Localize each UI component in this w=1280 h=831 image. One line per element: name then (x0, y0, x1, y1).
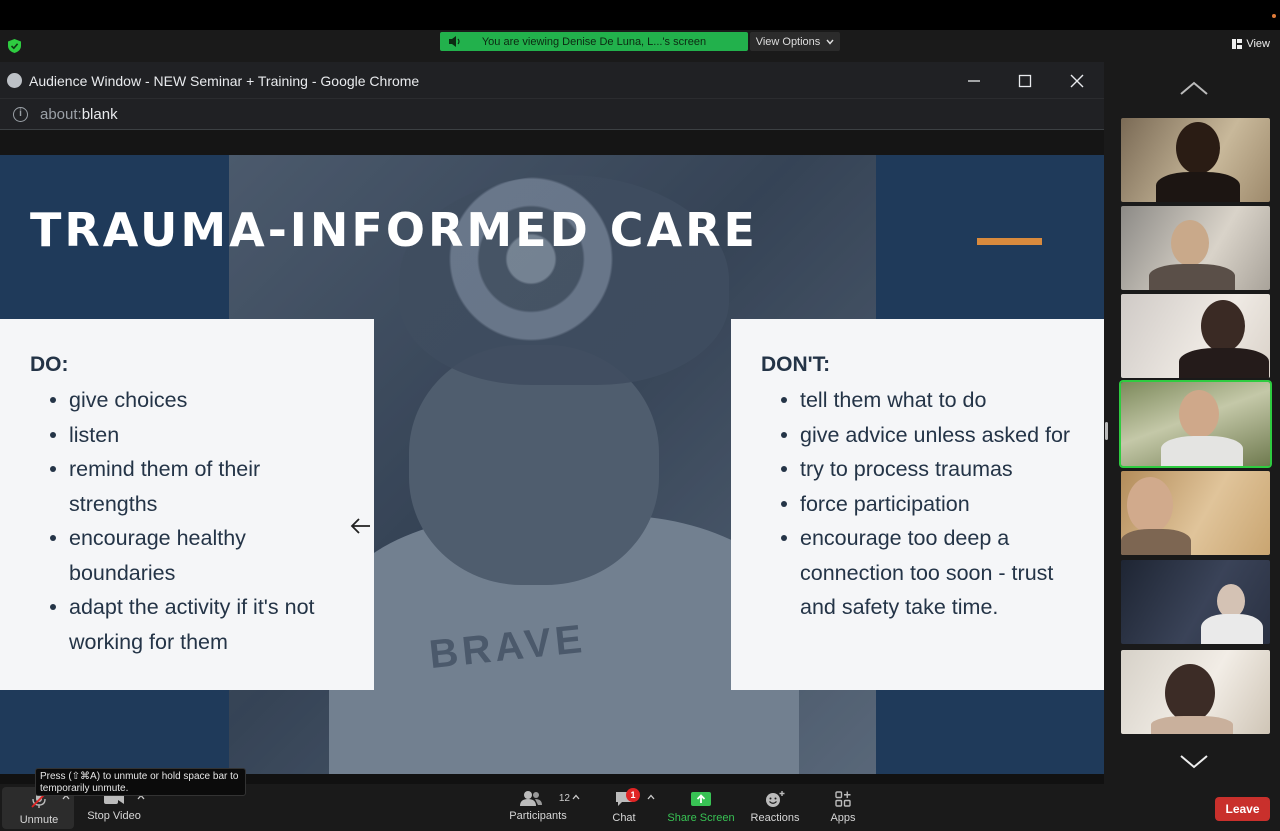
chevron-down-icon (826, 39, 834, 45)
share-screen-button[interactable]: Share Screen (666, 790, 736, 824)
view-options-button[interactable]: View Options (750, 32, 840, 51)
globe-icon (7, 73, 22, 88)
maximize-icon[interactable] (1014, 70, 1036, 92)
unmute-tooltip: Press (⇧⌘A) to unmute or hold space bar … (35, 768, 246, 796)
url-path: blank (81, 106, 118, 123)
reactions-label: Reactions (750, 812, 800, 824)
presentation-slide: BRAVE TRAUMA-INFORMED CARE DO: give choi… (0, 155, 1104, 774)
url-scheme: about: (40, 106, 82, 123)
participants-icon (519, 791, 542, 806)
chat-unread-badge: 1 (626, 788, 640, 802)
participant-body (1179, 348, 1269, 378)
video-tile[interactable] (1121, 560, 1270, 644)
participants-button[interactable]: 12 Participants (506, 790, 570, 822)
participant-head (1127, 477, 1173, 533)
dont-card: DON'T: tell them what to do give advice … (731, 319, 1104, 690)
speaker-icon (449, 36, 460, 47)
view-button[interactable]: View (1232, 38, 1270, 50)
unmute-label: Unmute (19, 814, 59, 826)
do-item: remind them of their strengths (50, 452, 350, 521)
do-list: give choices listen remind them of their… (50, 383, 350, 659)
chevron-down-icon[interactable] (1179, 754, 1209, 770)
shared-screen: Audience Window - NEW Seminar + Training… (0, 62, 1104, 774)
do-item: adapt the activity if it's not working f… (50, 590, 350, 659)
participants-icon-row: 12 (506, 790, 570, 806)
info-icon[interactable]: i (13, 107, 28, 122)
smiley-plus-icon (766, 791, 785, 807)
participant-body (1161, 436, 1243, 466)
dont-list: tell them what to do give advice unless … (781, 383, 1091, 625)
do-item: encourage healthy boundaries (50, 521, 350, 590)
shield-icon[interactable] (8, 39, 21, 53)
url-text: about:blank (40, 106, 118, 123)
do-card: DO: give choices listen remind them of t… (0, 319, 374, 690)
zoom-header: You are viewing Denise De Luna, L...'s s… (0, 30, 1280, 62)
video-tile[interactable] (1121, 650, 1270, 734)
arrow-left-icon[interactable] (350, 517, 372, 535)
participant-gallery (1104, 62, 1280, 784)
close-icon[interactable] (1066, 70, 1088, 92)
participant-body (1201, 614, 1263, 644)
resize-handle[interactable] (1105, 422, 1108, 440)
participant-head (1217, 584, 1245, 618)
dont-item: give advice unless asked for (781, 418, 1091, 453)
participants-count: 12 (558, 792, 570, 804)
participant-body (1156, 172, 1240, 202)
notification-dot (1272, 14, 1276, 18)
participants-label: Participants (509, 810, 567, 822)
share-screen-icon (691, 792, 711, 806)
screen-share-banner: You are viewing Denise De Luna, L...'s s… (440, 32, 748, 51)
page-top-margin (0, 130, 1104, 155)
chevron-up-icon[interactable] (1179, 80, 1209, 96)
chrome-address-bar[interactable]: i about:blank (0, 99, 1104, 130)
participant-head (1179, 390, 1219, 438)
do-item: give choices (50, 383, 350, 418)
share-screen-label: Share Screen (667, 812, 735, 824)
dont-item: tell them what to do (781, 383, 1091, 418)
video-tile[interactable] (1121, 118, 1270, 202)
participant-body (1149, 264, 1235, 290)
chat-label: Chat (612, 812, 636, 824)
video-tile[interactable] (1121, 206, 1270, 290)
participant-head (1165, 664, 1215, 722)
view-options-label: View Options (755, 35, 821, 48)
participant-body (1121, 529, 1191, 555)
participant-head (1171, 220, 1209, 266)
chevron-up-icon[interactable] (572, 794, 580, 800)
stop-video-label: Stop Video (87, 810, 141, 822)
window-title: Audience Window - NEW Seminar + Training… (29, 73, 420, 89)
apps-label: Apps (830, 812, 856, 824)
video-tile[interactable] (1121, 471, 1270, 555)
video-tile[interactable] (1121, 294, 1270, 378)
share-banner-text: You are viewing Denise De Luna, L...'s s… (481, 35, 707, 48)
video-tile-active-speaker[interactable] (1119, 380, 1272, 468)
leave-button[interactable]: Leave (1215, 797, 1270, 821)
apps-icon (835, 791, 851, 807)
participant-head (1176, 122, 1220, 174)
chrome-title-bar: Audience Window - NEW Seminar + Training… (0, 62, 1104, 99)
reactions-button[interactable]: Reactions (748, 790, 802, 824)
dont-item: encourage too deep a connection too soon… (781, 521, 1091, 625)
do-heading: DO: (30, 353, 69, 376)
dont-item: force participation (781, 487, 1091, 522)
dont-heading: DON'T: (761, 353, 831, 376)
participant-head (1201, 300, 1245, 352)
dont-item: try to process traumas (781, 452, 1091, 487)
view-layout-icon (1232, 39, 1243, 49)
apps-button[interactable]: Apps (826, 790, 860, 824)
view-label: View (1246, 38, 1270, 50)
chevron-up-icon[interactable] (647, 794, 655, 800)
top-bar (0, 0, 1280, 30)
participant-body (1151, 716, 1233, 734)
do-item: listen (50, 418, 350, 453)
minimize-icon[interactable] (963, 70, 985, 92)
slide-title: TRAUMA-INFORMED CARE (30, 203, 758, 257)
accent-bar (977, 238, 1042, 245)
